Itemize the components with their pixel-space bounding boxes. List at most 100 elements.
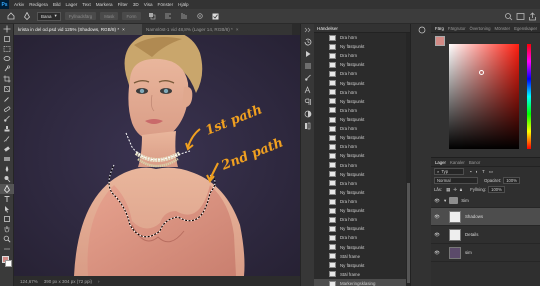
layer-row-shadows[interactable]: 👁︎ Shadows [431,208,540,226]
properties-panel-icon[interactable] [301,60,315,72]
share-icon[interactable] [528,12,537,21]
menu-redigera[interactable]: Redigera [29,2,48,7]
paragraph-panel-icon[interactable] [301,96,315,108]
close-icon[interactable]: × [236,27,239,32]
tab-monster[interactable]: Mönster [495,26,511,31]
tab-banor[interactable]: Banor [469,160,480,165]
artboard-tool-icon[interactable] [0,34,14,44]
path-arrangement-icon[interactable] [179,11,189,21]
lock-all-icon[interactable]: 🔒︎ [460,187,462,192]
history-item[interactable]: Ny fästpunkt [314,79,410,88]
photoshop-logo[interactable]: Ps [0,0,9,9]
history-item[interactable]: Ny fästpunkt [314,115,410,124]
eyedropper-tool-icon[interactable] [0,94,14,104]
brush-settings-icon[interactable] [301,72,315,84]
history-item[interactable]: Dra hörn [314,106,410,115]
search-icon[interactable] [504,12,513,21]
history-brush-tool-icon[interactable] [0,134,14,144]
gradient-tool-icon[interactable] [0,154,14,164]
dodge-tool-icon[interactable] [0,174,14,184]
fill-button[interactable]: Fyllnadsfärg [64,12,97,20]
tab-fargrutor[interactable]: Färgrutor [448,26,466,31]
crop-tool-icon[interactable] [0,74,14,84]
history-item[interactable]: Ny fästpunkt [314,151,410,160]
libraries-panel-icon[interactable] [301,120,315,132]
color-swatches-icon[interactable] [0,254,14,270]
visibility-eye-icon[interactable]: 👁︎ [433,198,441,204]
menu-arkiv[interactable]: Arkiv [14,2,24,7]
actions-panel-icon[interactable] [301,48,315,60]
history-item[interactable]: Markeringsklasing [314,278,410,286]
visibility-eye-icon[interactable]: 👁︎ [433,232,441,238]
document-canvas[interactable]: 1st path 2nd path [14,35,300,276]
hue-slider[interactable] [527,44,531,149]
history-item[interactable]: Ny fästpunkt [314,261,410,270]
filter-type-icon[interactable]: T [482,169,485,174]
color-picker-ring[interactable] [479,70,484,75]
character-panel-icon[interactable] [301,84,315,96]
workspace-icon[interactable] [516,12,525,21]
history-item[interactable]: Dra hörn [314,179,410,188]
checkbox-icon[interactable] [211,11,221,21]
path-operations-icon[interactable] [147,11,157,21]
move-tool-icon[interactable] [0,24,14,34]
zoom-tool-icon[interactable] [0,234,14,244]
mask-button[interactable]: Mask [100,12,119,20]
tab-farg[interactable]: Färg [435,26,444,31]
menu-markera[interactable]: Markera [96,2,113,7]
pen-tool-icon[interactable] [0,184,14,194]
tab-document-1[interactable]: krista in del od.psd vid 125% (Shadows, … [14,24,142,35]
history-item[interactable]: Ny fästpunkt [314,243,410,252]
path-selection-tool-icon[interactable] [0,204,14,214]
type-tool-icon[interactable] [0,194,14,204]
more-tools-icon[interactable] [0,244,14,254]
pen-tool-icon[interactable] [22,11,32,21]
menu-bild[interactable]: Bild [53,2,61,7]
saturation-value-field[interactable] [449,44,519,149]
history-item[interactable]: Dra hörn [314,215,410,224]
layer-row-group-sim[interactable]: 👁︎ ▾ Sim [431,194,540,208]
eraser-tool-icon[interactable] [0,144,14,154]
brush-tool-icon[interactable] [0,114,14,124]
history-item[interactable]: Dra hörn [314,69,410,78]
frame-tool-icon[interactable] [0,84,14,94]
close-icon[interactable]: × [122,27,125,32]
tab-document-2[interactable]: Namnlöst-1 vid 48,8% (Lager 14, RGB/8) *… [142,24,292,35]
history-item[interactable]: Stäl frame [314,270,410,279]
menu-hjalp[interactable]: Hjälp [178,2,188,7]
pen-mode-select[interactable]: Bana ▾ [37,11,61,21]
settings-gear-icon[interactable] [195,11,205,21]
blend-mode-select[interactable]: Normal [434,177,478,184]
hand-tool-icon[interactable] [0,224,14,234]
visibility-eye-icon[interactable]: 👁︎ [433,214,441,220]
chevron-right-icon[interactable]: › [98,279,100,284]
tab-lager[interactable]: Lager [435,160,446,165]
history-item[interactable]: Dra hörn [314,197,410,206]
history-item[interactable]: Ny fästpunkt [314,97,410,106]
menu-text[interactable]: Text [82,2,90,7]
filter-pixel-icon[interactable]: ▪ [470,169,472,174]
history-item[interactable]: Ny fästpunkt [314,133,410,142]
menu-filter[interactable]: Filter [118,2,128,7]
filter-adjustment-icon[interactable]: ◐ [476,169,479,174]
tab-kanaler[interactable]: Kanaler [450,160,465,165]
menu-3d[interactable]: 3D [133,2,139,7]
foreground-color-swatch[interactable] [435,36,445,46]
zoom-level[interactable]: 124,67% [20,279,38,284]
layer-row-sim[interactable]: 👁︎ sim [431,244,540,262]
visibility-eye-icon[interactable]: 👁︎ [433,250,441,256]
tab-egenskaper[interactable]: Egenskaper [514,26,537,31]
history-item[interactable]: Dra hörn [314,124,410,133]
menu-fonster[interactable]: Fönster [158,2,174,7]
fill-field[interactable]: 100% [488,186,505,193]
history-item[interactable]: Ny fästpunkt [314,206,410,215]
filter-shape-icon[interactable]: ▭ [489,169,493,175]
layer-filter-select[interactable]: ⌕ Typ [434,168,464,175]
marquee-tool-icon[interactable] [0,44,14,54]
lasso-tool-icon[interactable] [0,54,14,64]
history-item[interactable]: Ny fästpunkt [314,60,410,69]
shape-button[interactable]: Form [122,12,141,20]
adjustments-panel-icon[interactable] [301,108,315,120]
rectangle-tool-icon[interactable] [0,214,14,224]
blur-tool-icon[interactable] [0,164,14,174]
